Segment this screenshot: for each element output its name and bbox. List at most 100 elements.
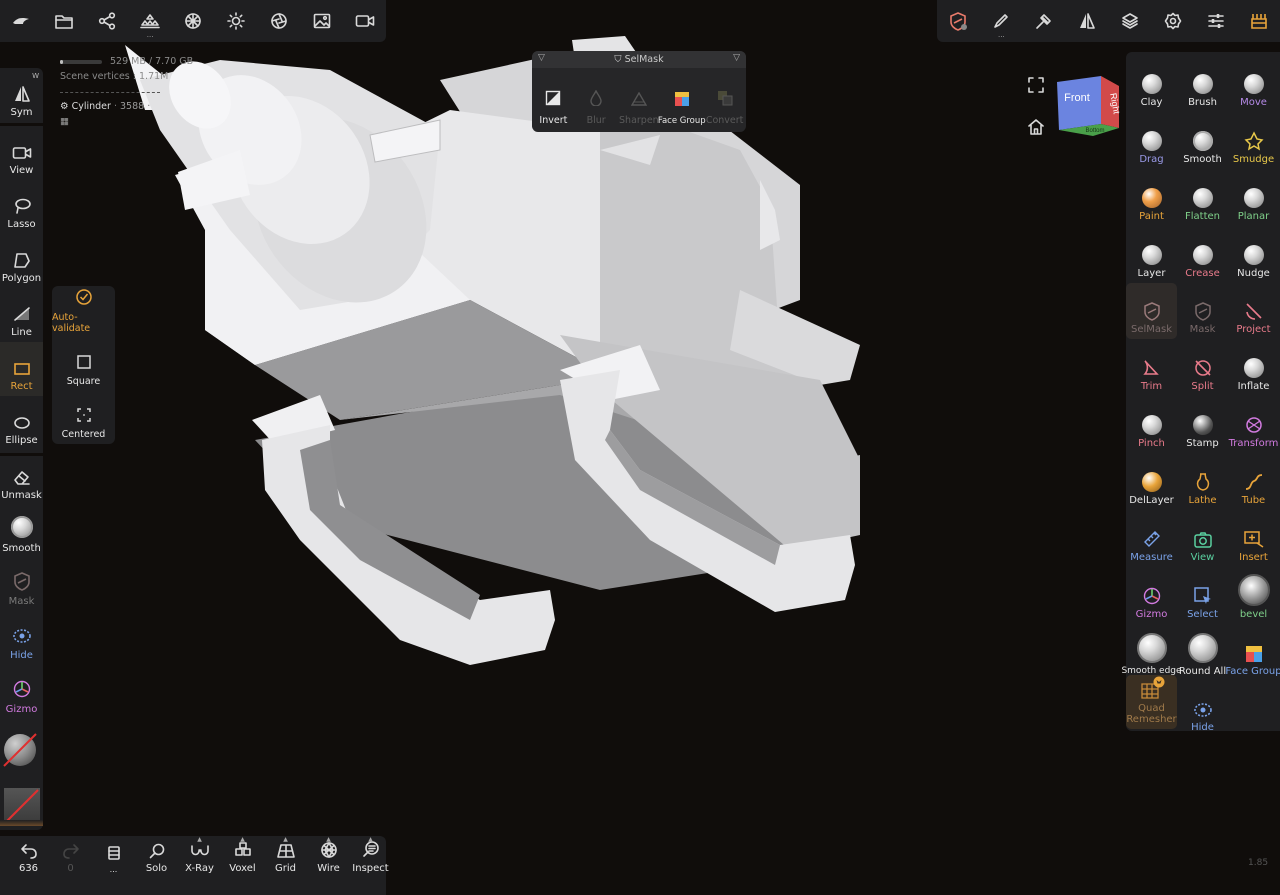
selmask-icon[interactable] [937,0,980,42]
sliders-icon[interactable] [1194,0,1237,42]
tool-quad-remesher[interactable]: Quad Remesher [1126,675,1177,729]
tool-planar[interactable]: Planar [1228,170,1279,226]
rect-button[interactable]: Rect [0,342,43,396]
tool-gizmo[interactable]: Gizmo [1126,568,1177,624]
hide-button[interactable]: Hide [0,611,43,665]
sym-button[interactable]: Sym W [0,68,43,122]
tool-insert[interactable]: Insert [1228,511,1279,567]
tool-crease[interactable]: Crease [1177,227,1228,283]
tool-move[interactable]: Move [1228,56,1279,112]
grid-sphere-icon[interactable] [172,0,215,42]
color-swatch-slot[interactable] [4,788,40,824]
polygon-button[interactable]: Polygon [0,234,43,288]
tool-selmask[interactable]: SelMask [1126,283,1177,339]
redo-button[interactable]: 0 [49,836,92,895]
tool-bevel[interactable]: bevel [1228,568,1279,624]
toolbox-icon[interactable] [1237,0,1280,42]
selected-object[interactable]: ⚙ Cylinder · 3588 · ▦ [60,92,160,129]
scene-icon[interactable]: ... [129,0,172,42]
tool-brush[interactable]: Brush [1177,56,1228,112]
gizmo-icon [13,680,30,698]
object-count: 3588 [120,101,145,112]
pinch-icon [1141,415,1162,435]
dropdown-icon[interactable]: ▽ [733,50,740,67]
tool-label: Crease [1185,268,1220,279]
folder-icon[interactable] [43,0,86,42]
tool-clay[interactable]: Clay [1126,56,1177,112]
tool-face-group[interactable]: Face Group [1225,625,1280,681]
history-button[interactable]: ... [92,836,135,895]
symmetry-icon[interactable] [1066,0,1109,42]
tool-hide[interactable]: Hide [1177,681,1228,737]
droplet-icon [590,90,602,106]
tool-split[interactable]: Split [1177,340,1228,396]
brush-settings-icon[interactable]: ... [980,0,1023,42]
xray-button[interactable]: ▲ X-Ray [178,836,221,895]
tool-smooth[interactable]: Smooth [1177,113,1228,169]
tool-trim[interactable]: Trim [1126,340,1177,396]
home-button[interactable] [1027,118,1045,140]
sun-icon[interactable] [214,0,257,42]
view-cube[interactable]: Front Right Bottom [1055,72,1121,138]
lasso-button[interactable]: Lasso [0,180,43,234]
unmask-button[interactable]: Unmask [0,445,43,505]
smooth-button[interactable]: Smooth [0,502,43,558]
invert-button[interactable]: Invert [532,68,575,132]
tool-select[interactable]: Select [1177,568,1228,624]
tool-lathe[interactable]: Lathe [1177,454,1228,510]
gizmo-button[interactable]: Gizmo [0,665,43,719]
selmask-header[interactable]: ▽ ⛉ SelMask ▽ [532,51,746,68]
tool-round-all[interactable]: Round All [1177,625,1228,681]
tool-smudge[interactable]: Smudge [1228,113,1279,169]
tool-smooth-edge[interactable]: Smooth edge [1121,625,1182,681]
logo-icon[interactable] [0,0,43,42]
tool-transform[interactable]: Transform [1228,397,1279,453]
camera-icon[interactable] [343,0,386,42]
line-button[interactable]: Line [0,288,43,342]
tool-drag[interactable]: Drag [1126,113,1177,169]
auto-validate-toggle[interactable]: Auto-validate [52,286,115,338]
image-icon[interactable] [300,0,343,42]
mask-button[interactable]: Mask [0,557,43,611]
tool-tube[interactable]: Tube [1228,454,1279,510]
fullscreen-button[interactable] [1027,76,1045,98]
tool-flatten[interactable]: Flatten [1177,170,1228,226]
tool-mask[interactable]: Mask [1177,283,1228,339]
centered-toggle[interactable]: Centered [52,392,115,444]
inspect-button[interactable]: ▲ Inspect [349,836,392,895]
tool-project[interactable]: Project [1228,283,1279,339]
tool-stamp[interactable]: Stamp [1177,397,1228,453]
tool-pinch[interactable]: Pinch [1126,397,1177,453]
lasso-label: Lasso [7,219,36,230]
blur-button[interactable]: Blur [575,68,618,132]
tool-measure[interactable]: Measure [1126,511,1177,567]
tool-dellayer[interactable]: DelLayer [1126,454,1177,510]
memory-usage: 529 MB / 7.70 GB [60,54,193,69]
mask-label: Mask [8,596,35,607]
view-button[interactable]: View [0,126,43,180]
square-icon [76,355,91,369]
grid-button[interactable]: ▲ Grid [264,836,307,895]
undo-button[interactable]: 636 [7,836,50,895]
tool-view[interactable]: View [1177,511,1228,567]
sharpen-button[interactable]: Sharpen [618,68,661,132]
collapse-icon[interactable]: ▽ [538,50,545,67]
tool-inflate[interactable]: Inflate [1228,340,1279,396]
voxel-button[interactable]: ▲ Voxel [221,836,264,895]
share-icon[interactable] [86,0,129,42]
stroke-icon[interactable] [1023,0,1066,42]
convert-button[interactable]: Convert [703,68,746,132]
wire-button[interactable]: ▲ Wire [307,836,350,895]
tool-layer[interactable]: Layer [1126,227,1177,283]
aperture-icon[interactable] [257,0,300,42]
layers-icon[interactable] [1109,0,1152,42]
gear-icon[interactable] [1151,0,1194,42]
quad-remesher-icon [1140,676,1164,699]
tool-nudge[interactable]: Nudge [1228,227,1279,283]
material-sphere-slot[interactable] [3,733,38,768]
ellipse-button[interactable]: Ellipse [0,396,43,450]
square-toggle[interactable]: Square [52,339,115,391]
solo-button[interactable]: Solo [135,836,178,895]
face-group-button[interactable]: Face Group [658,68,706,132]
tool-paint[interactable]: Paint [1126,170,1177,226]
